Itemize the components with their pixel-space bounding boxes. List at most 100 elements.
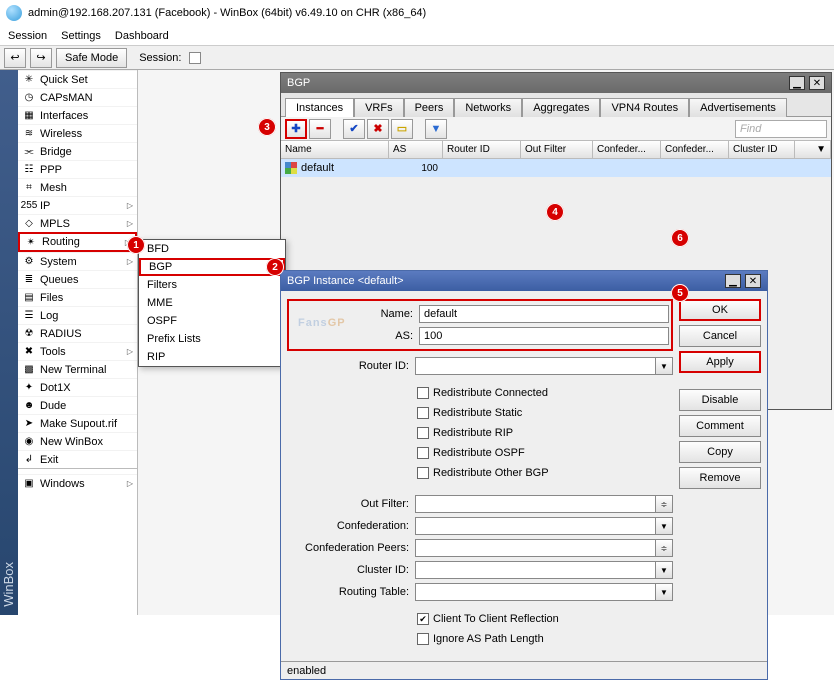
column-as[interactable]: AS [389,141,443,158]
tab-instances[interactable]: Instances [285,98,354,117]
minimize-icon[interactable]: ▁ [725,274,741,288]
sidebar-item-radius[interactable]: ☢RADIUS [18,324,137,342]
sidebar-item-files[interactable]: ▤Files [18,288,137,306]
sidebar-item-new-winbox[interactable]: ◉New WinBox [18,432,137,450]
sidebar-item-queues[interactable]: ≣Queues [18,270,137,288]
redistribute-static-checkbox[interactable] [417,407,429,419]
submenu-item-prefix-lists[interactable]: Prefix Lists [139,330,285,348]
cancel-button[interactable]: Cancel [679,325,761,347]
comment-button[interactable]: Comment [679,415,761,437]
outfilter-input[interactable] [415,495,656,513]
sidebar-item-interfaces[interactable]: ▦ Interfaces [18,106,137,124]
safe-mode-button[interactable]: Safe Mode [56,48,127,68]
outfilter-dropdown[interactable]: ≑ [655,495,673,513]
column-confeder[interactable]: Confeder... [661,141,729,158]
forward-button[interactable]: ↪ [30,48,52,68]
sidebar-item-tools[interactable]: ✖Tools▷ [18,342,137,360]
routing-icon: ✴ [24,236,38,248]
ok-button[interactable]: OK [679,299,761,321]
submenu-item-bgp[interactable]: BGP [139,258,285,276]
name-input[interactable]: default [419,305,669,323]
column-outfilter[interactable]: Out Filter [521,141,593,158]
minimize-icon[interactable]: ▁ [789,76,805,90]
sidebar-item-capsman[interactable]: ◷CAPsMAN [18,88,137,106]
sidebar-item-label: Interfaces [40,110,88,122]
menu-session[interactable]: Session [8,30,47,42]
column-menu[interactable]: ▼ [795,141,831,158]
sidebar-item-dude[interactable]: ☻Dude [18,396,137,414]
table-row[interactable]: default 100 [281,159,831,177]
routerid-dropdown[interactable]: ▼ [655,357,673,375]
sidebar-item-dot1x[interactable]: ✦Dot1X [18,378,137,396]
redistribute-ospf-checkbox[interactable] [417,447,429,459]
column-clusterid[interactable]: Cluster ID [729,141,795,158]
tab-peers[interactable]: Peers [404,98,455,117]
confederation-peers-dropdown[interactable]: ≑ [655,539,673,557]
find-input[interactable]: Find [735,120,827,138]
sidebar-item-ppp[interactable]: ☷PPP [18,160,137,178]
bgp-instance-window: BGP Instance <default> ▁ ✕ Name: default… [280,270,768,680]
routingtable-input[interactable] [415,583,656,601]
sidebar-item-label: IP [40,200,50,212]
add-button[interactable]: ✚ [285,119,307,139]
tab-aggregates[interactable]: Aggregates [522,98,600,117]
remove-button[interactable]: ━ [309,119,331,139]
copy-button[interactable]: Copy [679,441,761,463]
tab-vpn4-routes[interactable]: VPN4 Routes [600,98,689,117]
sidebar-item-routing[interactable]: ✴Routing▷ [18,232,137,252]
confederation-input[interactable] [415,517,656,535]
clusterid-dropdown[interactable]: ▼ [655,561,673,579]
sidebar-item-bridge[interactable]: ⫘Bridge [18,142,137,160]
sidebar-item-quick-set[interactable]: ✳Quick Set [18,70,137,88]
remove-button[interactable]: Remove [679,467,761,489]
session-checkbox[interactable] [189,52,201,64]
filter-button[interactable]: ▼ [425,119,447,139]
sidebar-item-log[interactable]: ☰Log [18,306,137,324]
submenu-item-bfd[interactable]: BFD [139,240,285,258]
routerid-input[interactable] [415,357,656,375]
sidebar-item-new-terminal[interactable]: ▩New Terminal [18,360,137,378]
tab-advertisements[interactable]: Advertisements [689,98,787,117]
redistribute-connected-checkbox[interactable] [417,387,429,399]
column-name[interactable]: Name [281,141,389,158]
sidebar-item-mesh[interactable]: ⌗Mesh [18,178,137,196]
submenu-item-mme[interactable]: MME [139,294,285,312]
sidebar-item-mpls[interactable]: ◇MPLS▷ [18,214,137,232]
sidebar-item-windows[interactable]: ▣Windows▷ [18,474,137,492]
interfaces-icon: ▦ [22,110,36,122]
comment-button[interactable]: ▭ [391,119,413,139]
as-input[interactable]: 100 [419,327,669,345]
tab-networks[interactable]: Networks [454,98,522,117]
ignoreas-checkbox[interactable] [417,633,429,645]
routingtable-dropdown[interactable]: ▼ [655,583,673,601]
enable-button[interactable]: ✔ [343,119,365,139]
clusterid-input[interactable] [415,561,656,579]
apply-button[interactable]: Apply [679,351,761,373]
wireless-icon: ≋ [22,128,36,140]
submenu-item-ospf[interactable]: OSPF [139,312,285,330]
sidebar-item-system[interactable]: ⚙System▷ [18,252,137,270]
tab-vrfs[interactable]: VRFs [354,98,404,117]
sidebar-item-exit[interactable]: ↲Exit [18,450,137,468]
column-routerid[interactable]: Router ID [443,141,521,158]
redistribute-otherbgp-checkbox[interactable] [417,467,429,479]
sidebar-item-wireless[interactable]: ≋Wireless [18,124,137,142]
redistribute-rip-checkbox[interactable] [417,427,429,439]
submenu-item-filters[interactable]: Filters [139,276,285,294]
disable-button[interactable]: ✖ [367,119,389,139]
instance-window-header[interactable]: BGP Instance <default> ▁ ✕ [281,271,767,291]
menu-settings[interactable]: Settings [61,30,101,42]
back-button[interactable]: ↩ [4,48,26,68]
column-confeder[interactable]: Confeder... [593,141,661,158]
close-icon[interactable]: ✕ [745,274,761,288]
sidebar-item-ip[interactable]: 255IP▷ [18,196,137,214]
submenu-item-rip[interactable]: RIP [139,348,285,366]
marker-1: 1 [127,236,145,254]
confederation-peers-input[interactable] [415,539,656,557]
close-icon[interactable]: ✕ [809,76,825,90]
sidebar-item-make-supout.rif[interactable]: ➤Make Supout.rif [18,414,137,432]
bgp-window-header[interactable]: BGP ▁ ✕ [281,73,831,93]
menu-dashboard[interactable]: Dashboard [115,30,169,42]
confederation-dropdown[interactable]: ▼ [655,517,673,535]
disable-button[interactable]: Disable [679,389,761,411]
